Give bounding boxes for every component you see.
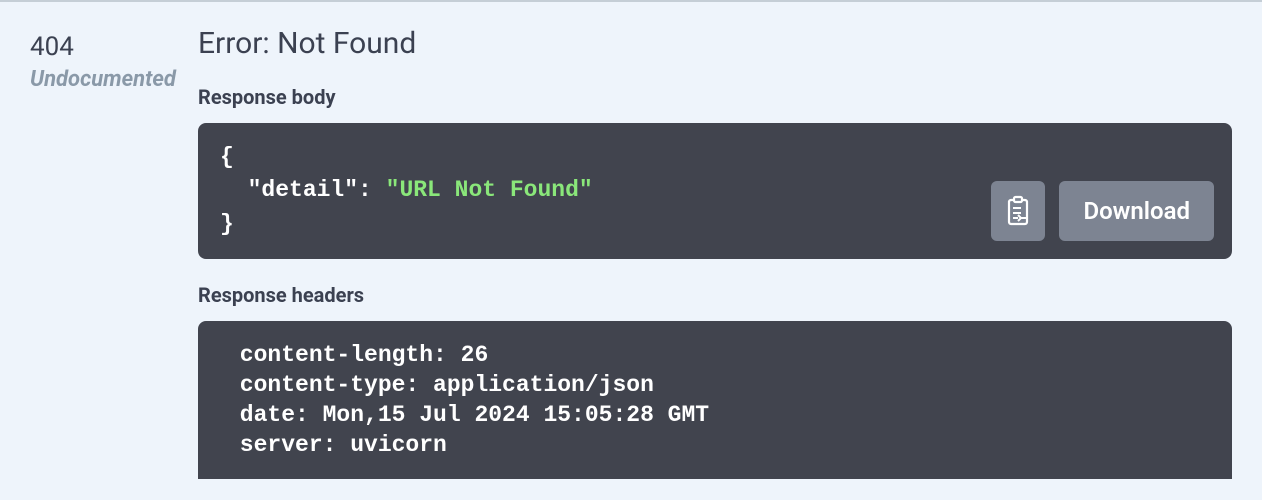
status-column: 404 Undocumented [30,26,198,479]
response-body-label: Response body [198,85,1232,109]
error-title: Error: Not Found [198,26,1232,61]
response-headers-block: content-length: 26 content-type: applica… [198,321,1232,479]
response-headers-content: content-length: 26 content-type: applica… [226,341,1204,461]
clipboard-icon [1004,195,1032,227]
response-container: 404 Undocumented Error: Not Found Respon… [0,2,1262,479]
response-headers-label: Response headers [198,283,1232,307]
status-code: 404 [30,32,198,63]
copy-button[interactable] [991,181,1045,241]
response-body-block: { "detail": "URL Not Found" } Download [198,123,1232,259]
response-column: Error: Not Found Response body { "detail… [198,26,1232,479]
download-button[interactable]: Download [1059,181,1214,241]
json-value: "URL Not Found" [386,177,593,203]
body-actions: Download [991,181,1214,241]
json-key: "detail" [248,177,358,203]
undocumented-label: Undocumented [30,67,198,92]
